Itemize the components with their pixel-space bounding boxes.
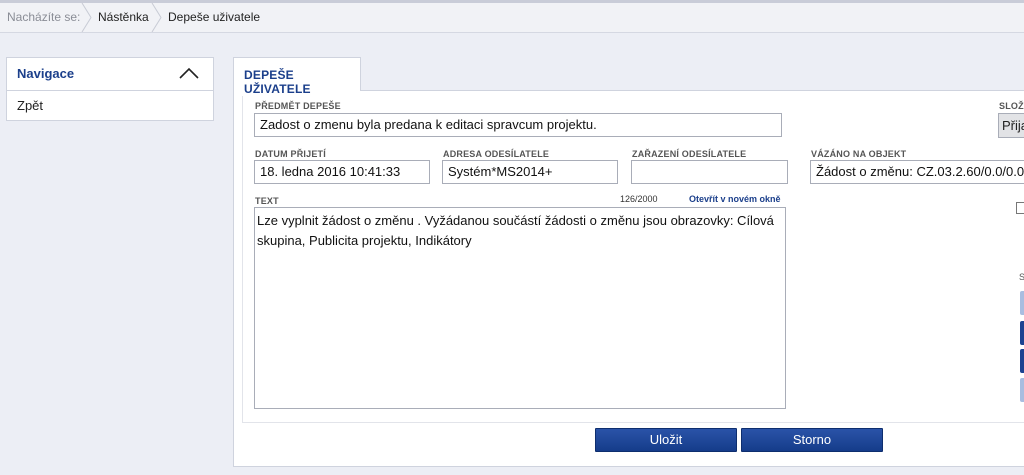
side-label: S <box>1019 272 1024 282</box>
sender-address-field[interactable]: Systém*MS2014+ <box>442 160 618 184</box>
breadcrumb-separator-icon <box>151 3 163 32</box>
breadcrumb-separator-icon <box>81 3 93 32</box>
sender-address-label: ADRESA ODESÍLATELE <box>443 149 550 159</box>
breadcrumb-item-current: Depeše uživatele <box>168 10 261 24</box>
side-button[interactable] <box>1020 321 1024 345</box>
navigation-title: Navigace <box>17 66 75 81</box>
navigation-panel: Navigace Zpět <box>6 57 214 121</box>
tab-depese-uzivatele[interactable]: DEPEŠE UŽIVATELE <box>233 57 361 96</box>
tab-label: DEPEŠE UŽIVATELE <box>244 68 311 96</box>
text-area[interactable]: Lze vyplnit žádost o změnu . Vyžádanou s… <box>254 207 786 409</box>
bound-object-label: VÁZÁNO NA OBJEKT <box>811 149 907 159</box>
received-date-label: DATUM PŘIJETÍ <box>255 149 326 159</box>
sender-class-field[interactable] <box>631 160 788 184</box>
side-button[interactable] <box>1020 378 1024 402</box>
bound-object-field[interactable]: Žádost o změnu: CZ.03.2.60/0.0/0.0/15 <box>810 160 1024 184</box>
breadcrumb-item-nastenka[interactable]: Nástěnka <box>98 3 149 32</box>
open-new-window-link[interactable]: Otevřít v novém okně <box>689 194 781 204</box>
subject-label: PŘEDMĚT DEPEŠE <box>255 101 341 111</box>
folder-label: SLOŽK <box>999 101 1024 111</box>
side-button[interactable] <box>1020 349 1024 373</box>
checkbox[interactable] <box>1016 202 1024 214</box>
chevron-up-icon[interactable] <box>179 67 199 82</box>
save-button[interactable]: Uložit <box>595 428 737 452</box>
text-label: TEXT <box>255 196 279 206</box>
cancel-button[interactable]: Storno <box>741 428 883 452</box>
folder-select[interactable]: Přija <box>998 113 1024 138</box>
sender-class-label: ZAŘAZENÍ ODESÍLATELE <box>632 149 747 159</box>
received-date-field[interactable]: 18. ledna 2016 10:41:33 <box>254 160 430 184</box>
text-counter: 126/2000 <box>620 194 658 204</box>
breadcrumb-label: Nacházíte se: <box>7 10 81 24</box>
side-button[interactable] <box>1020 291 1024 315</box>
breadcrumb: Nacházíte se: Nástěnka Depeše uživatele <box>0 0 1024 33</box>
navigation-header[interactable]: Navigace <box>7 58 213 91</box>
nav-item-back[interactable]: Zpět <box>17 98 43 113</box>
subject-field[interactable]: Zadost o zmenu byla predana k editaci sp… <box>254 113 782 137</box>
